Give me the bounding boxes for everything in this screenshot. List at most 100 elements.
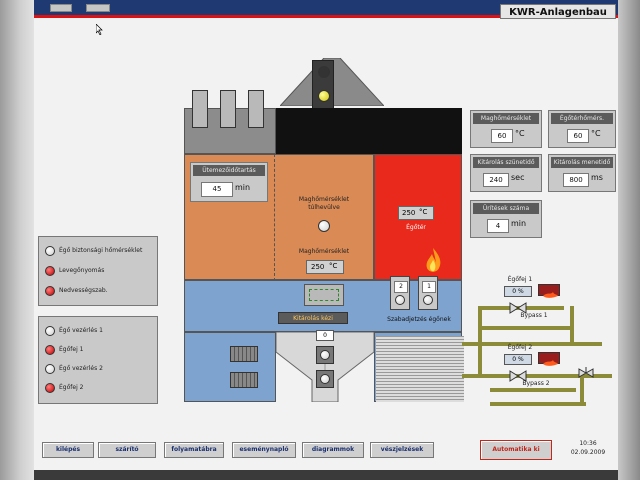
window-button-2[interactable] (86, 4, 110, 12)
air-pressure-label: Levegőnyomás (59, 267, 105, 274)
tower-light-yellow (318, 90, 330, 102)
burner-temp-display: 250 °C (398, 206, 434, 220)
discharge-value[interactable]: 0 (316, 330, 334, 341)
humidity-led (45, 286, 55, 296)
overheat-indicator (318, 220, 330, 232)
burner-control-1-led (45, 326, 55, 336)
window-button[interactable] (50, 4, 72, 12)
discharge-valve-top-led (320, 350, 330, 360)
gas-pipe-bottom-2 (490, 402, 586, 406)
discharge-screen (304, 284, 344, 306)
core-temp-setpoint-panel: Maghőmérséklet 60 °C (470, 110, 542, 148)
burner-head-1-led (45, 345, 55, 355)
hmi-screen: KWR-Anlagenbau Ütemezőidőtartás 45 min M… (34, 0, 618, 470)
nav-event-log-button[interactable]: eseménynapló (232, 442, 296, 458)
cycle-count-panel: Ürítések száma 4 min (470, 200, 542, 238)
discharge-hopper (275, 331, 375, 403)
bypass-1-label: Bypass 1 (520, 312, 548, 319)
clock-time: 10:36 (579, 440, 597, 447)
cooling-zone-lower (184, 332, 276, 402)
nav-alarms-button[interactable]: vészjelzések (370, 442, 434, 458)
discharge-interval-value[interactable]: 240 (483, 173, 509, 187)
grate (376, 336, 464, 402)
burner-1-number: 1 (422, 281, 436, 293)
brand-logo: KWR-Anlagenbau (500, 4, 616, 19)
gas-pipe-riser (478, 306, 482, 378)
burner-zone-label: Égőtér (406, 224, 426, 231)
overheat-label-1: Maghőmérséklet (298, 196, 350, 203)
exhaust-fan-3 (248, 90, 264, 128)
discharge-valve-bottom-led (320, 374, 330, 384)
main-gas-valve-icon (578, 364, 594, 378)
nav-dryer-button[interactable]: szárító (98, 442, 156, 458)
discharge-interval-unit: sec (511, 173, 525, 182)
discharge-time-unit: ms (591, 173, 603, 182)
burner-status-panel: Égő vezérlés 1 Égőfej 1 Égő vezérlés 2 É… (38, 316, 158, 404)
residence-time-title: Ütemezőidőtartás (193, 165, 265, 176)
residence-time-panel: Ütemezőidőtartás 45 min (190, 162, 268, 202)
air-pressure-led (45, 266, 55, 276)
cycle-count-unit: min (511, 219, 527, 228)
discharge-interval-title: Kitárolás szünetidő (473, 157, 539, 168)
discharge-valve-bottom (316, 370, 334, 388)
core-temp-value: 250 (311, 263, 325, 271)
tower-light-top (318, 66, 330, 78)
burner-2-led (395, 295, 405, 305)
burner-2-number: 2 (394, 281, 408, 293)
burner-1-led (423, 295, 433, 305)
gas-pipe-upper-2 (478, 326, 574, 330)
burner-head-2-label: Égőfej 2 (59, 384, 84, 391)
monitor-bezel-left (0, 0, 34, 480)
discharge-time-title: Kitárolás menetidő (551, 157, 613, 168)
burner-control-2-led (45, 364, 55, 374)
discharge-manual-label[interactable]: Kitárolás kézi (278, 312, 348, 324)
cycle-count-value[interactable]: 4 (487, 219, 509, 233)
humidity-label: Nedvességszab. (59, 287, 108, 294)
burner-temp-setpoint-title: Égőtérhőmérs. (551, 113, 613, 124)
gas-pipe-down-1 (570, 306, 574, 346)
burner-1-box[interactable]: 1 (418, 276, 438, 310)
burner-head-1-label: Égőfej 1 (59, 346, 84, 353)
free-burners-label: Szabadjetzés égőnek (387, 316, 451, 323)
burner-temp-value: 250 (402, 209, 416, 217)
discharge-interval-panel: Kitárolás szünetidő 240 sec (470, 154, 542, 192)
core-temp-label: Maghőmérséklet (298, 248, 350, 255)
clock-date: 02.09.2009 (570, 449, 606, 456)
burner-2-box[interactable]: 2 (390, 276, 410, 310)
burner-head-2-pct: 0 % (504, 354, 532, 365)
flame-icon (422, 246, 444, 276)
burner-temp-setpoint-unit: °C (591, 129, 601, 138)
exhaust-fan-2 (220, 90, 236, 128)
burner-head-2-flame-icon (538, 352, 560, 366)
core-temp-setpoint-unit: °C (515, 129, 525, 138)
nav-exit-button[interactable]: kilépés (42, 442, 94, 458)
residence-time-unit: min (235, 183, 251, 192)
safety-status-panel: Égő biztonsági hőmérséklet Levegőnyomás … (38, 236, 158, 306)
burner-control-2-label: Égő vezérlés 2 (59, 365, 103, 372)
nav-charts-button[interactable]: diagrammok (302, 442, 364, 458)
burner-head-1-title: Égőfej 1 (507, 276, 533, 283)
nav-process-button[interactable]: folyamatábra (164, 442, 224, 458)
burner-head-2-led (45, 383, 55, 393)
cooling-fan-2 (230, 372, 258, 388)
top-band (276, 108, 462, 154)
residence-time-value[interactable]: 45 (201, 182, 233, 197)
exhaust-fan-1 (192, 90, 208, 128)
burner-head-1-pct: 0 % (504, 286, 532, 297)
safety-led (45, 246, 55, 256)
discharge-valve-top (316, 346, 334, 364)
core-temp-setpoint-value[interactable]: 60 (491, 129, 513, 143)
core-temp-setpoint-title: Maghőmérséklet (473, 113, 539, 124)
core-temp-unit: °C (329, 262, 338, 270)
discharge-time-value[interactable]: 800 (563, 173, 589, 187)
cycle-count-title: Ürítések száma (473, 203, 539, 214)
bypass-2-label: Bypass 2 (522, 380, 550, 387)
core-temp-display: 250 °C (306, 260, 344, 274)
burner-temp-unit: °C (419, 208, 428, 216)
mouse-cursor-icon (96, 24, 103, 35)
burner-temp-setpoint-panel: Égőtérhőmérs. 60 °C (548, 110, 616, 148)
automatic-off-button[interactable]: Automatika ki (480, 440, 552, 460)
burner-temp-setpoint-value[interactable]: 60 (567, 129, 589, 143)
burner-head-2-title: Égőfej 2 (507, 344, 533, 351)
discharge-screen-inner (309, 289, 339, 301)
